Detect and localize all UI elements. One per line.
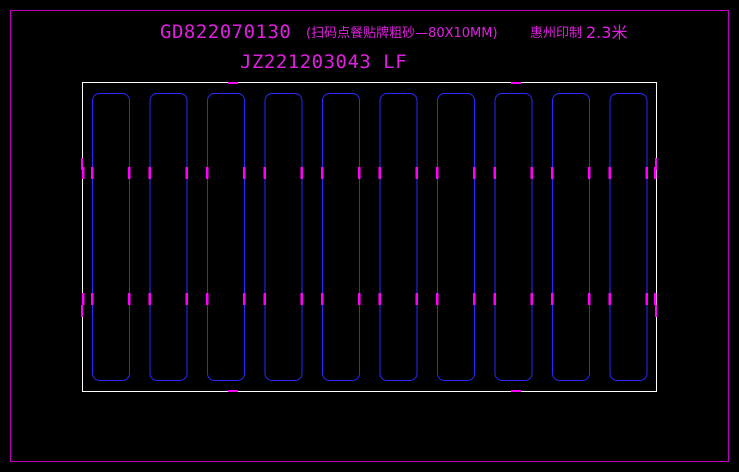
title-thickness: 2.3米 (586, 23, 627, 42)
bridge-tab (378, 293, 381, 305)
slots-group (92, 93, 648, 381)
board-outline (82, 82, 657, 392)
slot (264, 93, 303, 381)
bridge-tab (148, 293, 151, 305)
bridge-tab (436, 167, 439, 179)
bridge-tab (243, 293, 246, 305)
bridge-tab (588, 167, 591, 179)
title-code: GD822070130 (160, 21, 291, 43)
edge-mark (655, 158, 657, 170)
title-location: 惠州印制 (530, 26, 582, 41)
bridge-tab (148, 167, 151, 179)
bridge-tab (473, 167, 476, 179)
bridge-tab (91, 167, 94, 179)
bridge-tab (493, 293, 496, 305)
tabs-group (81, 82, 657, 392)
bridge-tab (128, 167, 131, 179)
bridge-tab (378, 167, 381, 179)
slot (437, 93, 475, 381)
bridge-tab (321, 293, 324, 305)
slot (609, 93, 648, 381)
bridge-tab (551, 167, 554, 179)
bridge-tab (185, 293, 188, 305)
slot (92, 93, 130, 381)
slot (552, 93, 590, 381)
edge-mark (81, 158, 83, 170)
slot (207, 93, 245, 381)
slot (322, 93, 360, 381)
bridge-tab (415, 167, 418, 179)
edge-mark (228, 82, 238, 84)
bridge-tab (91, 293, 94, 305)
outer-frame (10, 10, 729, 462)
edge-mark (228, 390, 238, 392)
edge-mark (655, 305, 657, 317)
bridge-tab (128, 293, 131, 305)
bridge-tab (300, 293, 303, 305)
bridge-tab (588, 293, 591, 305)
edge-mark (81, 305, 83, 317)
bridge-tab (358, 293, 361, 305)
bridge-tab (82, 293, 85, 305)
bridge-tab (300, 167, 303, 179)
bridge-tab (473, 293, 476, 305)
bridge-tab (608, 167, 611, 179)
slot (149, 93, 188, 381)
bridge-tab (243, 167, 246, 179)
bridge-tab (645, 167, 648, 179)
bridge-tab (436, 293, 439, 305)
bridge-tab (608, 293, 611, 305)
cad-drawing-canvas: GD822070130 (扫码点餐贴牌粗砂—80X10MM) 惠州印制 2.3米… (0, 0, 739, 472)
bridge-tab (654, 293, 657, 305)
bridge-tab (493, 167, 496, 179)
bridge-tab (530, 293, 533, 305)
bridge-tab (206, 293, 209, 305)
bridge-tab (321, 167, 324, 179)
title-desc: (扫码点餐贴牌粗砂—80X10MM) (306, 25, 498, 41)
bridge-tab (263, 167, 266, 179)
edge-mark (511, 390, 521, 392)
slot (494, 93, 533, 381)
bridge-tab (645, 293, 648, 305)
bridge-tab (263, 293, 266, 305)
cad-drawing: GD822070130 (扫码点餐贴牌粗砂—80X10MM) 惠州印制 2.3米… (10, 10, 729, 462)
bridge-tab (415, 293, 418, 305)
edge-mark (511, 82, 521, 84)
bridge-tab (185, 167, 188, 179)
bridge-tab (358, 167, 361, 179)
slot (379, 93, 418, 381)
bridge-tab (530, 167, 533, 179)
bridge-tab (551, 293, 554, 305)
job-code: JZ221203043 LF (240, 51, 407, 73)
bridge-tab (206, 167, 209, 179)
